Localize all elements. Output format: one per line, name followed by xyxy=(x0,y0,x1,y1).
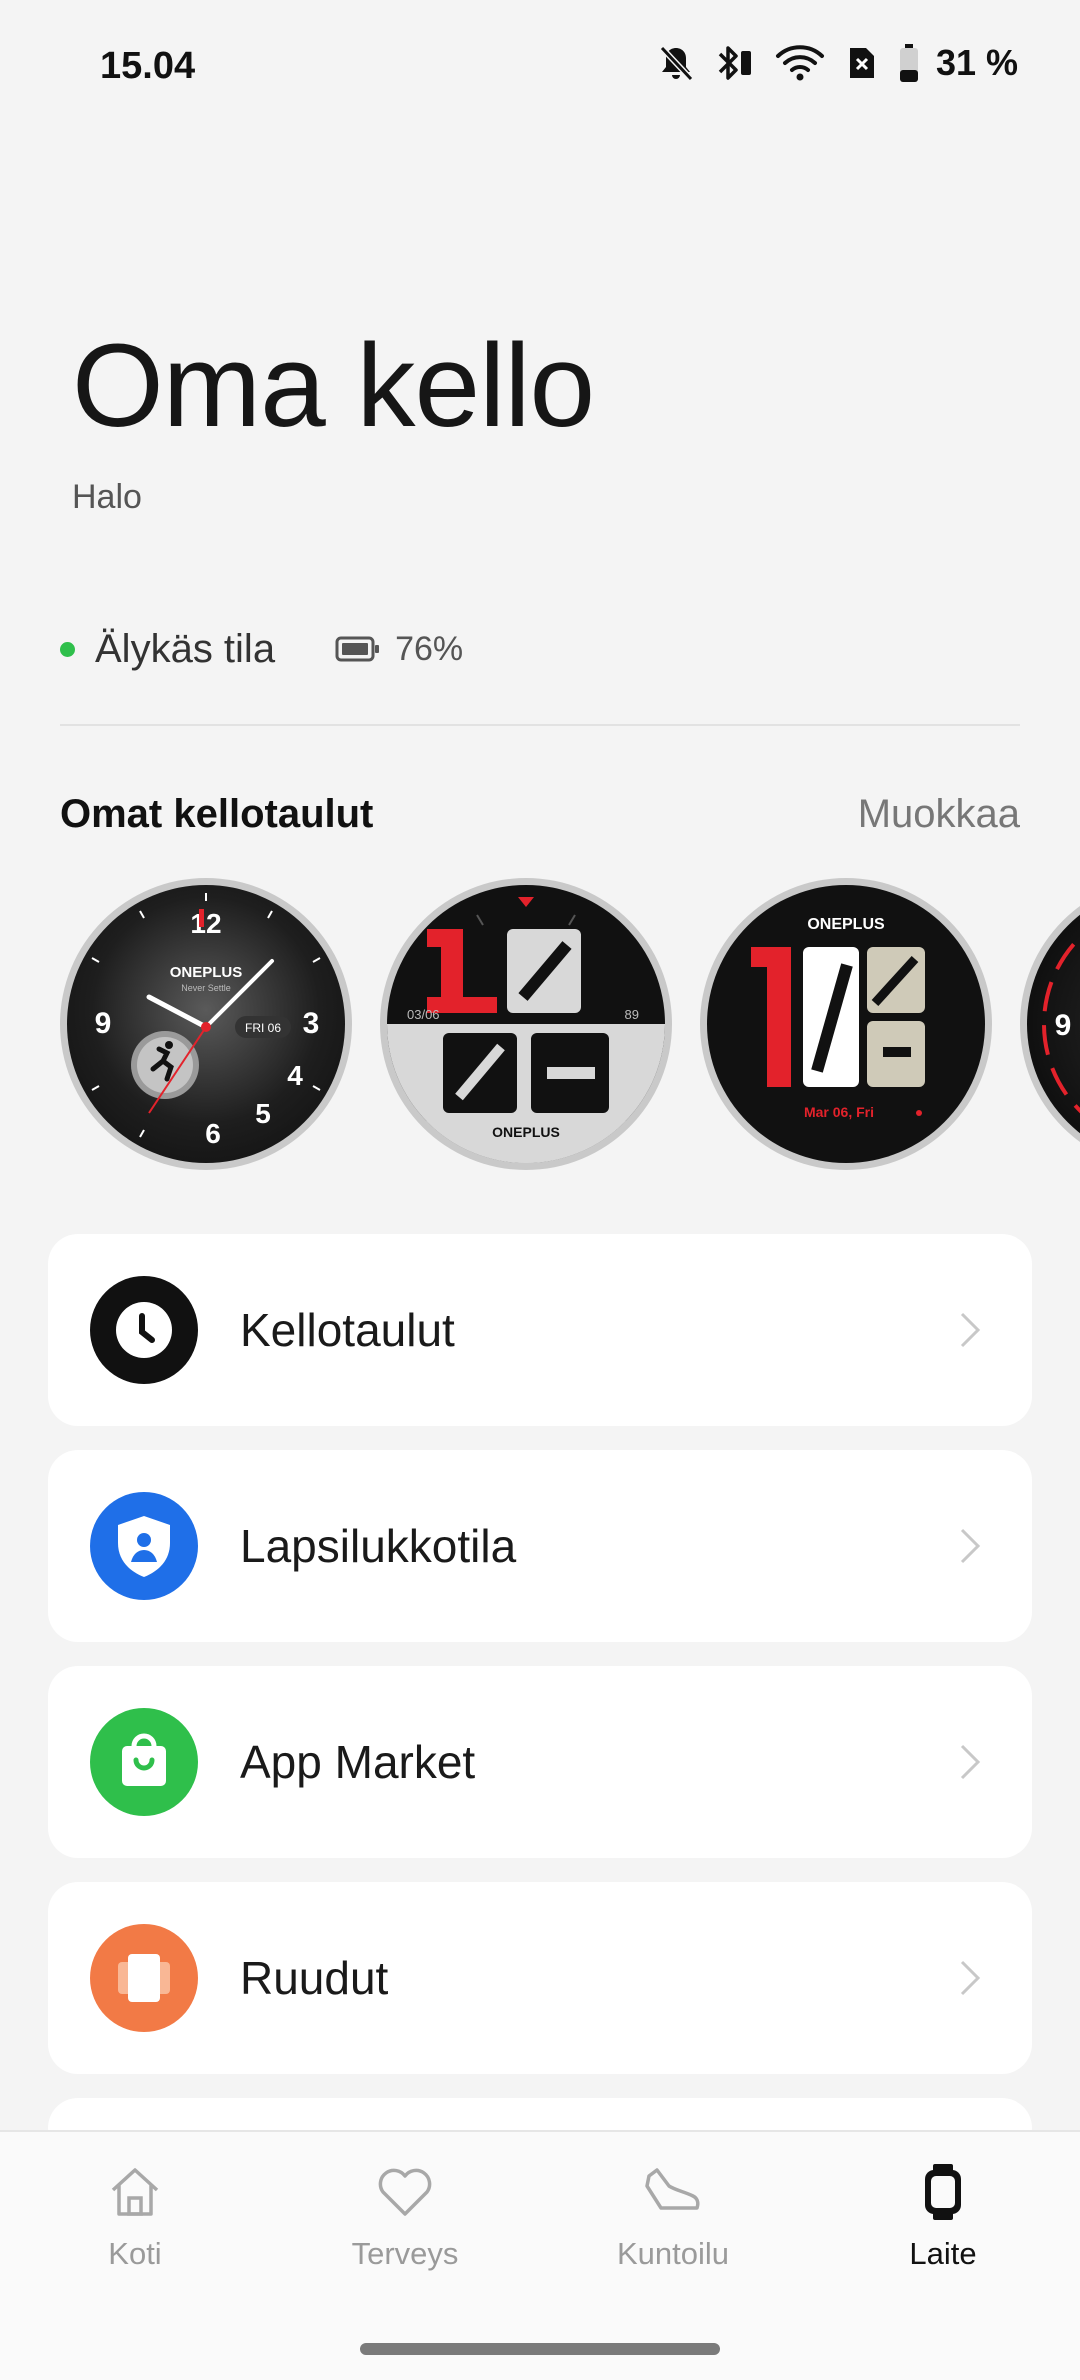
menu-item-kellotaulut[interactable]: Kellotaulut xyxy=(48,1234,1032,1426)
menu-label: Ruudut xyxy=(240,1952,389,2004)
connection-dot xyxy=(60,641,75,657)
status-icons: 31 % xyxy=(658,42,1018,84)
menu-label: Kellotaulut xyxy=(240,1304,455,1356)
menu-item-app-market[interactable]: App Market xyxy=(48,1666,1032,1858)
nav-kuntoilu[interactable]: Kuntoilu xyxy=(573,2162,773,2272)
status-bar: 15.04 31 % xyxy=(0,0,1080,140)
face1-numeral-12: 12 xyxy=(190,908,221,939)
heart-icon xyxy=(378,2168,432,2216)
menu-label: Lapsilukkotila xyxy=(240,1520,517,1572)
divider xyxy=(60,724,1020,726)
digital-face-3: ONEPLUS Mar 06, Fri xyxy=(751,916,925,1120)
edit-faces-button[interactable]: Muokkaa xyxy=(858,792,1020,837)
face1-numeral-3: 3 xyxy=(303,1007,320,1040)
battery-icon xyxy=(899,44,918,82)
nav-laite[interactable]: Laite xyxy=(843,2162,1043,2272)
menu-item-ruudut[interactable]: Ruudut xyxy=(48,1882,1032,2074)
mode-label: Älykäs tila xyxy=(95,626,276,671)
battery-percent: 31 % xyxy=(935,42,1018,83)
shield-user-icon xyxy=(90,1492,198,1600)
watch-icon xyxy=(925,2164,961,2220)
shopping-bag-icon xyxy=(90,1708,198,1816)
face2-heart: 89 xyxy=(625,1007,639,1022)
watch-face-1[interactable]: 12 9 3 4 5 6 ONEPLUS Never Settle FRI 06 xyxy=(60,878,352,1170)
nav-terveys[interactable]: Terveys xyxy=(305,2162,505,2272)
page-title: Oma kello xyxy=(72,320,595,452)
face1-numeral-6: 6 xyxy=(205,1118,221,1149)
nav-label: Kuntoilu xyxy=(616,2236,730,2271)
nav-label: Terveys xyxy=(351,2236,459,2271)
status-time: 15.04 xyxy=(100,45,196,87)
face1-brand: ONEPLUS xyxy=(170,964,243,981)
face3-date: Mar 06, Fri xyxy=(804,1104,874,1120)
wifi-icon xyxy=(775,45,824,81)
face3-brand: ONEPLUS xyxy=(807,916,885,933)
watch-face-4[interactable]: 9 xyxy=(1020,878,1080,1170)
device-name: Halo xyxy=(72,478,142,516)
nav-label: Laite xyxy=(909,2236,977,2271)
nav-koti[interactable]: Koti xyxy=(35,2162,235,2272)
sim-off-icon xyxy=(849,48,874,78)
bell-off-icon xyxy=(659,45,694,82)
watch-status-row: Älykäs tila 76% xyxy=(60,622,463,676)
face1-numeral-5: 5 xyxy=(255,1098,271,1129)
menu-label: App Market xyxy=(240,1736,476,1788)
face1-numeral-4: 4 xyxy=(287,1060,303,1091)
face4-numeral-9: 9 xyxy=(1055,1009,1072,1042)
watch-battery-icon xyxy=(335,636,380,662)
face2-brand: ONEPLUS xyxy=(492,1124,560,1140)
bluetooth-icon xyxy=(718,46,751,80)
face2-date: 03/06 xyxy=(407,1007,440,1022)
cards-icon xyxy=(90,1924,198,2032)
chevron-right-icon xyxy=(960,1744,981,1780)
watch-battery-level: 76% xyxy=(395,629,464,668)
face1-date: FRI 06 xyxy=(245,1021,281,1035)
face1-tagline: Never Settle xyxy=(181,983,231,993)
digital-face-2: 03/06 89 ONEPLUS xyxy=(387,897,665,1163)
shoe-icon xyxy=(645,2168,700,2210)
clock-icon xyxy=(90,1276,198,1384)
watch-faces-carousel[interactable]: 12 9 3 4 5 6 ONEPLUS Never Settle FRI 06 xyxy=(60,878,1080,1178)
partial-face-4: 9 xyxy=(1042,934,1080,1114)
chevron-right-icon xyxy=(960,1528,981,1564)
faces-section-title: Omat kellotaulut xyxy=(60,792,374,836)
chevron-right-icon xyxy=(960,1312,981,1348)
home-indicator[interactable] xyxy=(360,2343,720,2355)
menu-item-lapsilukkotila[interactable]: Lapsilukkotila xyxy=(48,1450,1032,1642)
analog-face: 12 9 3 4 5 6 ONEPLUS Never Settle FRI 06 xyxy=(91,893,321,1149)
home-icon xyxy=(111,2168,159,2216)
face1-numeral-9: 9 xyxy=(95,1007,112,1040)
watch-face-2[interactable]: 03/06 89 ONEPLUS xyxy=(380,878,672,1170)
chevron-right-icon xyxy=(960,1960,981,1996)
nav-label: Koti xyxy=(108,2236,162,2271)
watch-face-3[interactable]: ONEPLUS Mar 06, Fri xyxy=(700,878,992,1170)
